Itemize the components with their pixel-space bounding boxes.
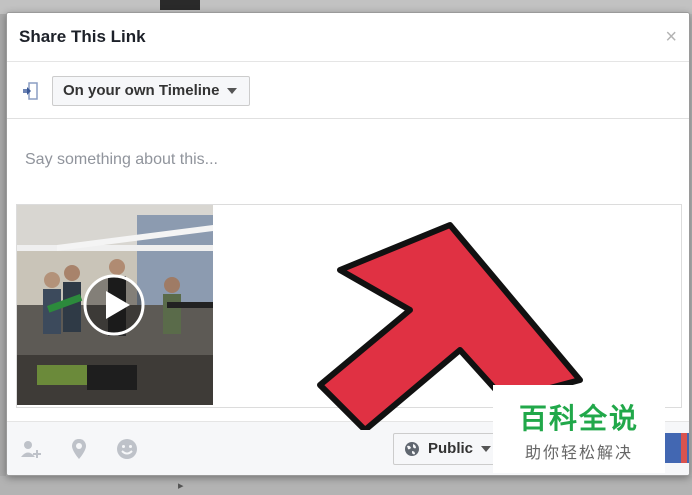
video-thumbnail-band[interactable] — [17, 205, 213, 405]
feeling-smiley-icon[interactable] — [115, 437, 139, 461]
location-pin-icon[interactable] — [67, 437, 91, 461]
share-target-dropdown-label: On your own Timeline — [63, 82, 220, 99]
privacy-selector-button[interactable]: Public — [393, 433, 501, 465]
globe-icon — [405, 442, 419, 456]
share-target-dropdown[interactable]: On your own Timeline — [52, 76, 251, 106]
background-top-strip — [160, 0, 200, 10]
watermark-title: 百科全说 — [518, 403, 639, 434]
dialog-header: Share This Link × — [7, 13, 689, 62]
watermark-badge: 百科全说 助你轻松解决 — [493, 385, 665, 473]
mouse-cursor-icon: ▸ — [178, 480, 184, 492]
share-target-icon — [23, 82, 38, 100]
privacy-label: Public — [428, 440, 474, 457]
watermark-subtitle: 助你轻松解决 — [524, 445, 633, 462]
tag-friends-icon[interactable] — [19, 437, 43, 461]
link-attachment-card[interactable] — [16, 204, 682, 408]
post-button-edge — [681, 433, 687, 463]
close-icon[interactable]: × — [665, 27, 677, 47]
chevron-down-icon — [481, 446, 492, 452]
background-bottom-bar — [0, 476, 692, 495]
chevron-down-icon — [227, 88, 238, 94]
share-target-row: On your own Timeline — [7, 62, 689, 119]
dialog-title: Share This Link — [19, 27, 146, 46]
status-input[interactable]: Say something about this... — [25, 151, 218, 169]
